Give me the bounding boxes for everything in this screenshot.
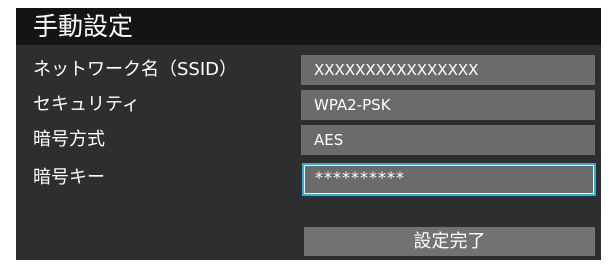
ssid-value: XXXXXXXXXXXXXXXX	[314, 61, 479, 79]
ssid-label: ネットワーク名（SSID）	[33, 59, 238, 80]
title-bar: 手動設定	[16, 8, 601, 45]
encryption-key-label: 暗号キー	[33, 167, 105, 188]
encryption-method-field[interactable]: AES	[301, 125, 595, 155]
manual-settings-panel: 手動設定 ネットワーク名（SSID） XXXXXXXXXXXXXXXX セキュリ…	[16, 8, 601, 260]
ssid-field[interactable]: XXXXXXXXXXXXXXXX	[301, 55, 595, 85]
security-value: WPA2-PSK	[314, 96, 391, 114]
encryption-method-label: 暗号方式	[33, 129, 105, 150]
encryption-key-value: **********	[315, 168, 405, 187]
security-field[interactable]: WPA2-PSK	[301, 90, 595, 120]
page-title: 手動設定	[33, 12, 134, 41]
encryption-method-value: AES	[314, 131, 344, 149]
encryption-key-field[interactable]: **********	[302, 163, 596, 196]
settings-complete-button[interactable]: 設定完了	[304, 227, 595, 256]
security-label: セキュリティ	[33, 94, 140, 115]
